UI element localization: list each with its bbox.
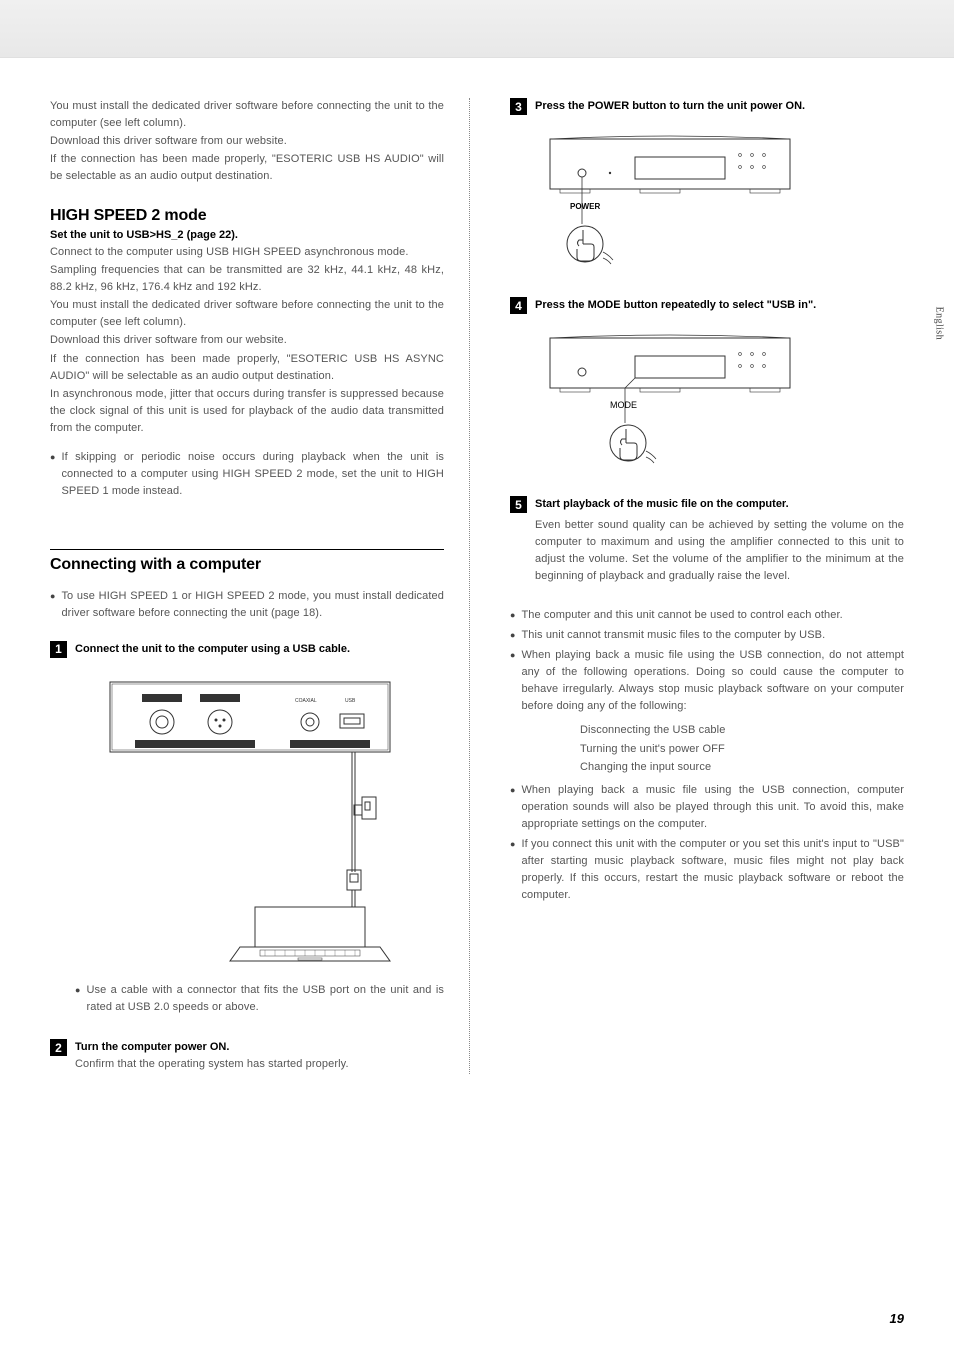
right-bullet-3-text: When playing back a music file using the…	[521, 647, 904, 715]
bullet-icon: ●	[510, 836, 515, 905]
step-number-badge: 1	[50, 641, 67, 658]
diagram-svg: MODE	[540, 328, 800, 478]
page-number: 19	[890, 1311, 904, 1326]
right-bullet-4: ● When playing back a music file using t…	[510, 782, 904, 834]
step-4: 4 Press the MODE button repeatedly to se…	[510, 297, 904, 314]
right-bullet-2: ● This unit cannot transmit music files …	[510, 627, 904, 645]
sub-list: Disconnecting the USB cable Turning the …	[580, 722, 904, 775]
right-column: 3 Press the POWER button to turn the uni…	[500, 98, 904, 1074]
hs2-note-bullet: ● If skipping or periodic noise occurs d…	[50, 449, 444, 501]
step-5-text: Even better sound quality can be achieve…	[535, 517, 904, 585]
step1-note-text: Use a cable with a connector that fits t…	[86, 982, 444, 1016]
power-label: POWER	[570, 202, 600, 211]
step-2-body: Confirm that the operating system has st…	[75, 1056, 444, 1073]
sublist-3: Changing the input source	[580, 759, 904, 776]
section-rule	[50, 549, 444, 550]
diagram-svg: COAXIAL USB	[100, 672, 400, 972]
hs2-note-text: If skipping or periodic noise occurs dur…	[61, 449, 444, 500]
usb-connection-diagram: COAXIAL USB	[100, 672, 444, 972]
step-4-title: Press the MODE button repeatedly to sele…	[535, 297, 816, 314]
step-2-title: Turn the computer power ON.	[75, 1039, 229, 1056]
bullet-icon: ●	[50, 588, 55, 623]
step-3-title: Press the POWER button to turn the unit …	[535, 98, 805, 115]
step-2: 2 Turn the computer power ON.	[50, 1039, 444, 1056]
step-5-title: Start playback of the music file on the …	[535, 496, 789, 513]
connecting-heading: Connecting with a computer	[50, 556, 444, 574]
intro-p1: You must install the dedicated driver so…	[50, 98, 444, 132]
hs2-p1: Connect to the computer using USB HIGH S…	[50, 244, 444, 261]
page-content: You must install the dedicated driver so…	[0, 58, 954, 1074]
right-bullet-1-text: The computer and this unit cannot be use…	[521, 607, 904, 624]
left-column: You must install the dedicated driver so…	[50, 98, 470, 1074]
right-bullet-4-text: When playing back a music file using the…	[521, 782, 904, 833]
power-button-diagram: POWER	[540, 129, 904, 279]
step-number-badge: 3	[510, 98, 527, 115]
bullet-icon: ●	[50, 449, 55, 501]
svg-text:USB: USB	[345, 698, 356, 704]
sublist-1: Disconnecting the USB cable	[580, 722, 904, 739]
high-speed-2-heading: HIGH SPEED 2 mode	[50, 207, 444, 225]
right-bullet-3: ● When playing back a music file using t…	[510, 647, 904, 716]
bullet-icon: ●	[510, 627, 515, 645]
step-number-badge: 5	[510, 496, 527, 513]
step-number-badge: 2	[50, 1039, 67, 1056]
right-bullet-1: ● The computer and this unit cannot be u…	[510, 607, 904, 625]
bullet-icon: ●	[75, 982, 80, 1017]
hs2-p4: Download this driver software from our w…	[50, 332, 444, 349]
connect-note-bullet: ● To use HIGH SPEED 1 or HIGH SPEED 2 mo…	[50, 588, 444, 623]
connect-note-text: To use HIGH SPEED 1 or HIGH SPEED 2 mode…	[61, 588, 444, 622]
hs2-set-instruction: Set the unit to USB>HS_2 (page 22).	[50, 229, 444, 241]
bullet-icon: ●	[510, 647, 515, 716]
right-bullet-5-text: If you connect this unit with the comput…	[521, 836, 904, 904]
header-band	[0, 0, 954, 58]
language-tab: English	[933, 307, 944, 340]
svg-text:COAXIAL: COAXIAL	[295, 698, 317, 704]
right-bullet-2-text: This unit cannot transmit music files to…	[521, 627, 904, 644]
step-3: 3 Press the POWER button to turn the uni…	[510, 98, 904, 115]
bullet-icon: ●	[510, 782, 515, 834]
step-5: 5 Start playback of the music file on th…	[510, 496, 904, 513]
hs2-p6: In asynchronous mode, jitter that occurs…	[50, 386, 444, 437]
right-bullet-5: ● If you connect this unit with the comp…	[510, 836, 904, 905]
intro-p3: If the connection has been made properly…	[50, 151, 444, 185]
mode-button-diagram: MODE	[540, 328, 904, 478]
hs2-p5: If the connection has been made properly…	[50, 351, 444, 385]
step1-note-bullet: ● Use a cable with a connector that fits…	[75, 982, 444, 1017]
step-number-badge: 4	[510, 297, 527, 314]
diagram-svg: POWER	[540, 129, 800, 279]
hs2-p3: You must install the dedicated driver so…	[50, 297, 444, 331]
sublist-2: Turning the unit's power OFF	[580, 741, 904, 758]
step-1: 1 Connect the unit to the computer using…	[50, 641, 444, 658]
mode-label: MODE	[610, 400, 637, 410]
step-5-body: Even better sound quality can be achieve…	[535, 517, 904, 585]
intro-p2: Download this driver software from our w…	[50, 133, 444, 150]
bullet-icon: ●	[510, 607, 515, 625]
hs2-p2: Sampling frequencies that can be transmi…	[50, 262, 444, 296]
step-1-title: Connect the unit to the computer using a…	[75, 641, 350, 658]
